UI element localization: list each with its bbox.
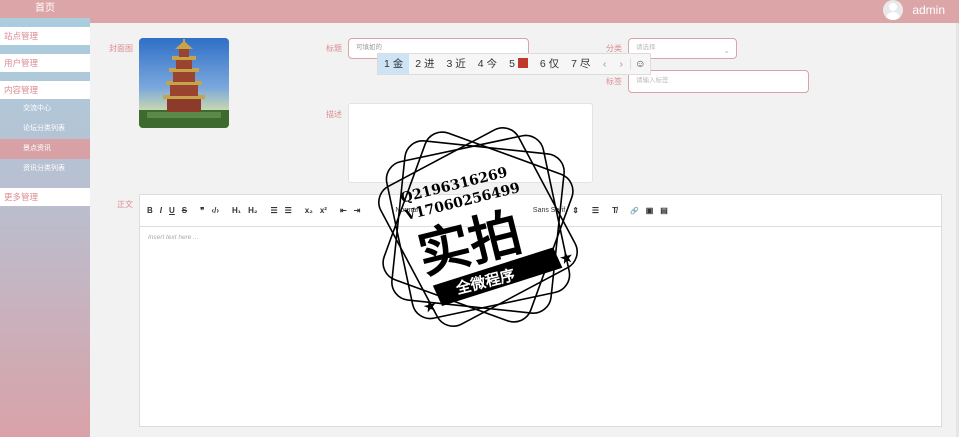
description-textarea[interactable] xyxy=(348,103,593,183)
rich-text-editor: B I U S ❞ ‹/› H₁ H₂ ☰ ☰ x₂ x² ⇤ ⇥ Normal… xyxy=(139,194,942,427)
ime-glyph-icon xyxy=(517,58,528,68)
h1-button[interactable]: H₁ xyxy=(232,206,241,215)
sidebar-item-users[interactable]: 用户管理 xyxy=(0,54,90,72)
topbar: admin xyxy=(90,0,959,23)
sidebar-sub-forum-categories[interactable]: 论坛分类列表 xyxy=(0,119,90,139)
ime-candidate-bar: 1 金 2 进 3 近 4 今 5 6 仅 7 尽 ‹ › ☺ xyxy=(377,53,651,75)
ime-candidate[interactable]: 7 尽 xyxy=(565,54,596,74)
italic-button[interactable]: I xyxy=(160,206,162,215)
ime-candidate[interactable]: 1 金 xyxy=(378,54,410,74)
ime-candidate[interactable]: 4 今 xyxy=(472,54,503,74)
chevron-down-icon: ⌄ xyxy=(723,46,730,55)
link-icon[interactable]: 🔗 xyxy=(630,207,639,215)
ordered-list-button[interactable]: ☰ xyxy=(270,206,277,215)
clean-format-button[interactable]: T̸ xyxy=(612,206,617,215)
emoji-icon[interactable]: ☺ xyxy=(629,58,650,70)
sidebar-sub-attractions[interactable]: 景点资讯 xyxy=(0,139,90,159)
superscript-button[interactable]: x² xyxy=(320,206,327,215)
sidebar-sub-exchange[interactable]: 交流中心 xyxy=(0,99,90,119)
editor-toolbar: B I U S ❞ ‹/› H₁ H₂ ☰ ☰ x₂ x² ⇤ ⇥ Normal… xyxy=(140,195,941,227)
body-label: 正文 xyxy=(117,200,133,209)
ime-candidate[interactable]: 2 进 xyxy=(409,54,440,74)
ime-candidate-label: 5 xyxy=(509,58,515,70)
cover-label: 封面图 xyxy=(109,44,133,53)
sidebar-separator xyxy=(0,72,90,81)
username[interactable]: admin xyxy=(912,3,945,17)
sidebar-separator xyxy=(0,179,90,188)
sidebar-sub-news-categories[interactable]: 资讯分类列表 xyxy=(0,159,90,179)
video-icon[interactable]: ▤ xyxy=(660,206,668,215)
font-select-arrow-icon: ⇕ xyxy=(572,206,579,215)
strike-button[interactable]: S xyxy=(182,206,187,215)
ime-candidate[interactable]: 5 xyxy=(503,54,534,74)
tags-label: 标签 xyxy=(606,77,622,86)
size-select[interactable]: Normal xyxy=(395,207,418,214)
chevron-right-icon[interactable]: › xyxy=(613,58,630,70)
blockquote-button[interactable]: ❞ xyxy=(200,206,204,215)
image-icon[interactable]: ▣ xyxy=(646,206,654,215)
ime-candidate[interactable]: 6 仅 xyxy=(534,54,565,74)
h2-button[interactable]: H₂ xyxy=(248,206,257,215)
align-button[interactable]: ☰ xyxy=(592,206,599,215)
sidebar: 首页 站点管理 用户管理 内容管理 交流中心 论坛分类列表 景点资讯 资讯分类列… xyxy=(0,0,90,437)
cover-image[interactable] xyxy=(139,38,229,128)
pagoda-image xyxy=(139,39,229,128)
bold-button[interactable]: B xyxy=(147,206,153,215)
category-placeholder: 请选择 xyxy=(636,44,656,51)
avatar-head xyxy=(889,3,897,11)
sidebar-item-more[interactable]: 更多管理 xyxy=(0,188,90,206)
code-button[interactable]: ‹/› xyxy=(211,206,219,215)
sidebar-separator xyxy=(0,45,90,54)
desc-label: 描述 xyxy=(326,110,342,119)
ime-candidate[interactable]: 3 近 xyxy=(441,54,472,74)
bullet-list-button[interactable]: ☰ xyxy=(285,206,292,215)
sidebar-item-content[interactable]: 内容管理 xyxy=(0,81,90,99)
underline-button[interactable]: U xyxy=(169,206,175,215)
sidebar-separator xyxy=(0,18,90,27)
indent-button[interactable]: ⇥ xyxy=(354,206,361,215)
sidebar-item-site[interactable]: 站点管理 xyxy=(0,27,90,45)
subscript-button[interactable]: x₂ xyxy=(305,206,313,215)
editor-placeholder[interactable]: Insert text here ... xyxy=(140,227,941,248)
font-select[interactable]: Sans Serif xyxy=(533,207,565,214)
sidebar-home[interactable]: 首页 xyxy=(0,0,90,18)
outdent-button[interactable]: ⇤ xyxy=(340,206,347,215)
avatar[interactable] xyxy=(883,0,903,20)
chevron-left-icon[interactable]: ‹ xyxy=(596,58,613,70)
title-label: 标题 xyxy=(326,44,342,53)
avatar-body xyxy=(886,12,900,20)
tags-input[interactable]: 请输入标签 xyxy=(628,70,809,93)
